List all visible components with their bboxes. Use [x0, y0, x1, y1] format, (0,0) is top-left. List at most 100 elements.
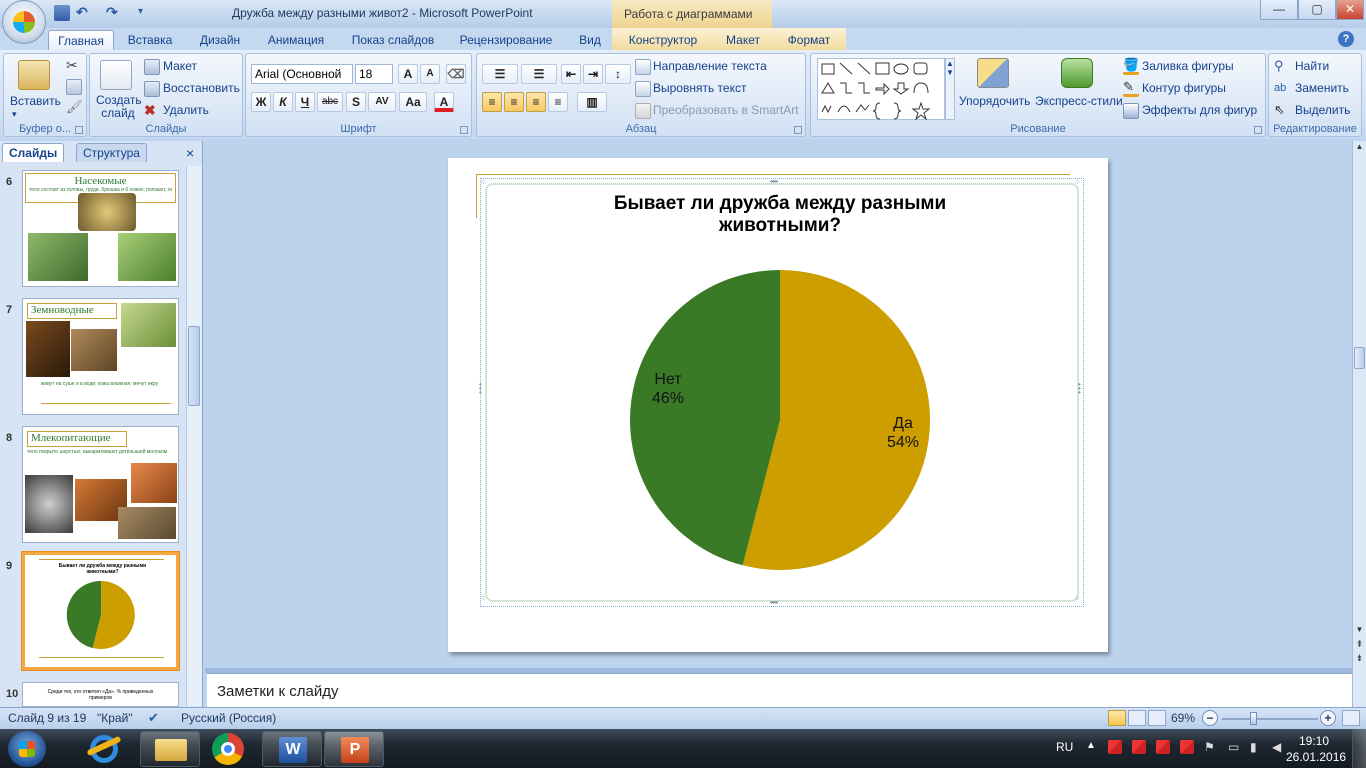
shape-outline-button[interactable]: Контур фигуры	[1142, 81, 1226, 95]
text-direction-button[interactable]: Направление текста	[653, 59, 767, 73]
quick-styles-button[interactable]: Экспресс-стили	[1035, 94, 1123, 108]
clock[interactable]: 19:10 26.01.2016	[1286, 733, 1346, 765]
tray-app-icon[interactable]	[1180, 740, 1194, 754]
chrome-icon[interactable]	[212, 733, 244, 765]
resize-handle-corner[interactable]: ⁘	[480, 178, 487, 187]
show-desktop-button[interactable]	[1352, 729, 1366, 768]
shapes-gallery[interactable]	[817, 58, 945, 121]
slide-thumb-6[interactable]: Насекомые тело состоит из головы, груди,…	[22, 170, 179, 287]
smartart-icon[interactable]	[635, 103, 651, 119]
maximize-button[interactable]: ▢	[1298, 0, 1336, 20]
tab-design[interactable]: Дизайн	[188, 30, 252, 50]
clipboard-launcher-icon[interactable]	[75, 126, 83, 134]
notes-pane[interactable]: Заметки к слайду	[207, 673, 1352, 707]
tray-expand-icon[interactable]: ▲	[1086, 740, 1100, 754]
text-direction-icon[interactable]	[635, 59, 651, 75]
underline-button[interactable]: Ч	[295, 92, 315, 112]
zoom-level[interactable]: 69%	[1171, 711, 1195, 725]
volume-icon[interactable]: ◀	[1272, 740, 1286, 754]
italic-button[interactable]: К	[273, 92, 293, 112]
status-theme[interactable]: "Край"	[97, 711, 133, 725]
align-right-icon[interactable]: ≡	[526, 92, 546, 112]
shape-fill-icon[interactable]: 🪣	[1123, 58, 1139, 75]
shrink-font-button[interactable]: A	[420, 64, 440, 84]
paste-dropdown-icon[interactable]: ▾	[12, 109, 17, 120]
align-text-button[interactable]: Выровнять текст	[653, 81, 746, 95]
paste-button[interactable]: Вставить	[10, 94, 61, 108]
grow-font-button[interactable]: A	[398, 64, 418, 84]
resize-handle-corner[interactable]: ⁘	[480, 594, 487, 603]
minimize-button[interactable]: —	[1260, 0, 1298, 20]
tray-app-icon[interactable]	[1132, 740, 1146, 754]
slideshow-icon[interactable]	[1148, 710, 1166, 726]
resize-handle-left[interactable]: • • •	[479, 381, 482, 397]
tab-chart-design[interactable]: Конструктор	[618, 30, 708, 50]
columns-icon[interactable]: ▥	[577, 92, 607, 112]
replace-icon[interactable]: ab	[1274, 81, 1290, 97]
reset-icon[interactable]	[144, 81, 160, 97]
change-case-button[interactable]: Aa	[399, 92, 427, 112]
select-icon[interactable]: ⇖	[1274, 103, 1290, 119]
tray-app-icon[interactable]	[1156, 740, 1170, 754]
select-button[interactable]: Выделить	[1295, 103, 1350, 117]
align-text-icon[interactable]	[635, 81, 651, 97]
cut-icon[interactable]: ✂	[66, 58, 82, 74]
powerpoint-taskbar-button[interactable]: P	[324, 731, 384, 767]
paste-icon[interactable]	[18, 60, 50, 90]
tab-insert[interactable]: Вставка	[118, 30, 182, 50]
office-button[interactable]	[2, 0, 46, 44]
justify-icon[interactable]: ≡	[548, 92, 568, 112]
slide-sorter-icon[interactable]	[1128, 710, 1146, 726]
tab-chart-format[interactable]: Формат	[776, 30, 842, 50]
slide-thumb-7[interactable]: Земноводные живут на суше и в воде; кожа…	[22, 298, 179, 415]
normal-view-icon[interactable]	[1108, 710, 1126, 726]
new-slide-button[interactable]: Создать слайд	[96, 94, 142, 120]
status-language[interactable]: Русский (Россия)	[181, 711, 276, 725]
tab-animation[interactable]: Анимация	[256, 30, 336, 50]
panel-scrollbar[interactable]	[186, 166, 202, 706]
font-name-combo[interactable]: Arial (Основной	[251, 64, 353, 84]
resize-handle-corner[interactable]: ⁘	[1074, 178, 1081, 187]
prev-slide-icon[interactable]: ⇞	[1354, 639, 1365, 653]
resize-handle-right[interactable]: • • •	[1078, 381, 1081, 397]
slide-thumb-9[interactable]: Бывает ли дружба между разными животными…	[22, 552, 179, 670]
shape-outline-icon[interactable]: ✎	[1123, 80, 1139, 97]
align-center-icon[interactable]: ≡	[504, 92, 524, 112]
slide-thumb-10[interactable]: Среди тех, кто ответил «Да», % приведенн…	[22, 682, 179, 707]
slide-thumb-8[interactable]: Млекопитающие тело покрыто шерстью; выка…	[22, 426, 179, 543]
decrease-indent-icon[interactable]: ⇤	[561, 64, 581, 84]
zoom-slider-thumb[interactable]	[1250, 712, 1257, 725]
resize-handle-bottom[interactable]: ••••	[770, 598, 778, 607]
spellcheck-icon[interactable]: ✔	[148, 710, 164, 726]
slide[interactable]: •••• •••• • • • • • • ⁘ ⁘ ⁘ ⁘ Бывает ли друж…	[448, 158, 1108, 652]
clear-format-icon[interactable]: ⌫	[446, 64, 466, 84]
bullets-icon[interactable]: ☰	[482, 64, 518, 84]
word-taskbar-button[interactable]: W	[262, 731, 322, 767]
close-button[interactable]: ✕	[1336, 0, 1364, 20]
ie-icon[interactable]	[86, 733, 122, 765]
resize-handle-top[interactable]: ••••	[770, 177, 778, 186]
panel-scroll-thumb[interactable]	[188, 326, 200, 406]
shape-effects-button[interactable]: Эффекты для фигур	[1142, 103, 1257, 117]
increase-indent-icon[interactable]: ⇥	[583, 64, 603, 84]
scroll-down-icon[interactable]: ▼	[1354, 625, 1365, 639]
strikethrough-button[interactable]: abc	[317, 92, 343, 112]
start-button[interactable]	[8, 731, 46, 767]
zoom-in-button[interactable]: +	[1320, 710, 1336, 726]
find-icon[interactable]: ⚲	[1274, 59, 1290, 75]
tab-view[interactable]: Вид	[566, 30, 614, 50]
format-painter-icon[interactable]: 🖌	[66, 100, 83, 116]
reset-button[interactable]: Восстановить	[163, 81, 240, 95]
new-slide-icon[interactable]	[100, 60, 132, 90]
network-icon[interactable]: ▮	[1250, 740, 1264, 754]
arrange-icon[interactable]	[977, 58, 1009, 88]
smartart-button[interactable]: Преобразовать в SmartArt	[653, 103, 799, 117]
replace-button[interactable]: Заменить	[1295, 81, 1349, 95]
chart-title[interactable]: Бывает ли дружба между разными животными…	[580, 193, 980, 237]
delete-slide-button[interactable]: Удалить	[163, 103, 209, 117]
tray-device-icon[interactable]: ▭	[1228, 740, 1242, 754]
explorer-taskbar-button[interactable]	[140, 731, 200, 767]
tab-review[interactable]: Рецензирование	[450, 30, 562, 50]
bold-button[interactable]: Ж	[251, 92, 271, 112]
layout-button[interactable]: Макет	[163, 59, 197, 73]
